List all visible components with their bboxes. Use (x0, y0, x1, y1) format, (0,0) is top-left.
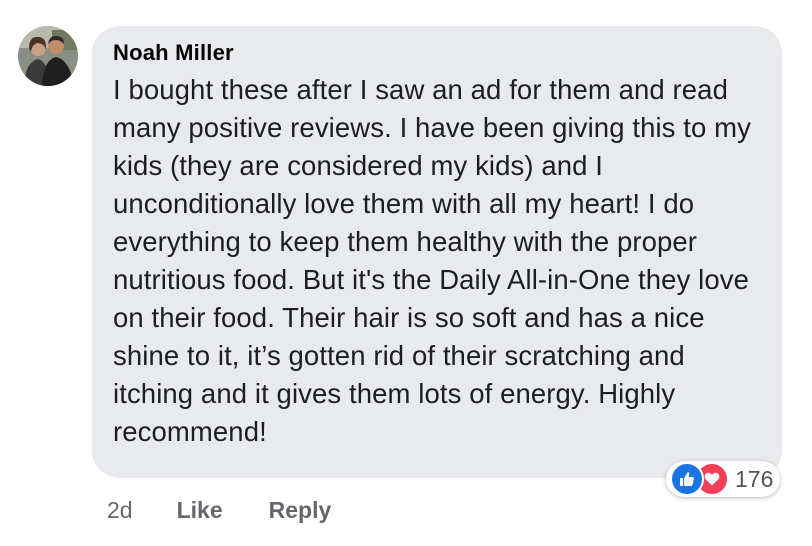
reply-button[interactable]: Reply (269, 497, 332, 524)
reaction-count: 176 (735, 465, 774, 492)
author-name[interactable]: Noah Miller (113, 40, 762, 66)
reactions-summary[interactable]: 176 (666, 461, 780, 497)
comment-actions: 2d Like Reply (107, 497, 331, 524)
comment-text: I bought these after I saw an ad for the… (113, 74, 751, 447)
like-icon (670, 462, 704, 496)
comment-bubble: Noah Miller I bought these after I saw a… (92, 26, 782, 478)
avatar[interactable] (18, 26, 78, 86)
timestamp[interactable]: 2d (107, 497, 133, 524)
like-button[interactable]: Like (177, 497, 223, 524)
comment: Noah Miller I bought these after I saw a… (0, 0, 812, 546)
